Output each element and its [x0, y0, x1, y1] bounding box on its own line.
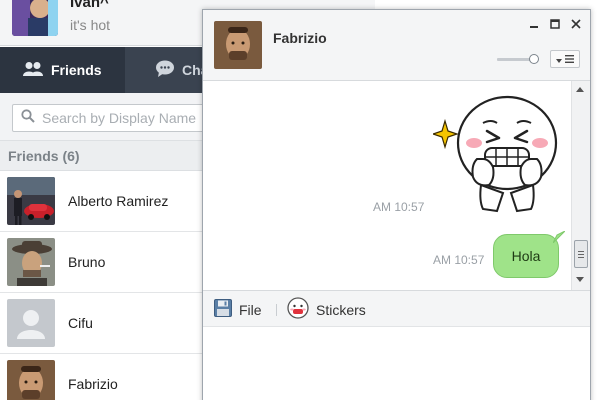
- message-scrollbar[interactable]: [571, 81, 590, 290]
- sticker-message[interactable]: [431, 93, 563, 215]
- maximize-button[interactable]: [548, 17, 562, 31]
- search-icon: [21, 108, 35, 128]
- maximize-icon: [550, 17, 560, 32]
- profile-status-message[interactable]: it's hot: [70, 17, 110, 33]
- friends-icon: [22, 61, 44, 80]
- stickers-button[interactable]: Stickers: [287, 291, 366, 328]
- friend-name: Bruno: [68, 254, 106, 270]
- chat-title: Fabrizio: [273, 30, 327, 46]
- chat-window: Fabrizio AM 10:57 AM 10:57 Hola File Sti…: [202, 9, 591, 400]
- chat-menu-button[interactable]: [550, 50, 580, 68]
- minimize-button[interactable]: [527, 17, 541, 31]
- floppy-disk-icon: [214, 299, 232, 320]
- file-button-label: File: [239, 301, 262, 318]
- file-button[interactable]: File: [214, 291, 262, 328]
- dropdown-arrow-icon: [556, 50, 562, 68]
- chat-header: Fabrizio: [203, 10, 590, 81]
- tab-friends[interactable]: Friends: [0, 47, 125, 93]
- input-toolbar: File Stickers: [203, 290, 590, 327]
- chat-contact-avatar[interactable]: [214, 21, 262, 69]
- sent-message-bubble[interactable]: Hola: [493, 234, 559, 278]
- avatar: [7, 177, 55, 225]
- sticker-face-icon: [287, 297, 309, 322]
- scroll-thumb[interactable]: [574, 240, 588, 268]
- avatar: [7, 238, 55, 286]
- friend-name: Cifu: [68, 315, 93, 331]
- chat-bubble-icon: [155, 60, 175, 80]
- minimize-icon: [529, 17, 539, 32]
- menu-lines-icon: [565, 50, 574, 68]
- toolbar-divider: [276, 304, 277, 316]
- volume-slider[interactable]: [497, 53, 543, 65]
- profile-name: Ivan^: [70, 0, 109, 11]
- tab-friends-label: Friends: [51, 62, 102, 78]
- message-area: AM 10:57 AM 10:57 Hola: [203, 81, 571, 290]
- default-avatar: [7, 299, 55, 347]
- close-icon: [571, 17, 581, 32]
- scroll-up-arrow-icon[interactable]: [576, 87, 584, 92]
- scroll-down-arrow-icon[interactable]: [576, 277, 584, 282]
- message-timestamp: AM 10:57: [433, 253, 485, 267]
- friend-name: Fabrizio: [68, 376, 118, 392]
- close-button[interactable]: [569, 17, 583, 31]
- avatar: [7, 360, 55, 400]
- message-timestamp: AM 10:57: [373, 200, 425, 214]
- profile-avatar[interactable]: [12, 0, 58, 36]
- message-input[interactable]: [203, 327, 590, 400]
- friend-name: Alberto Ramirez: [68, 193, 169, 209]
- stickers-button-label: Stickers: [316, 301, 366, 318]
- bubble-tail: [553, 231, 565, 243]
- volume-knob[interactable]: [529, 54, 539, 64]
